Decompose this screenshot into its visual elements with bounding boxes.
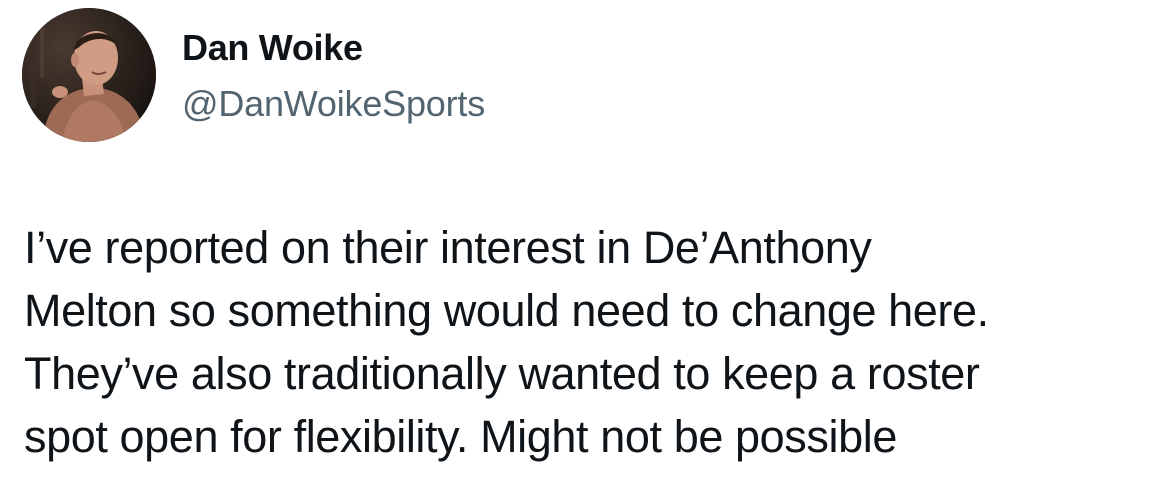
tweet-text: I’ve reported on their interest in De’An…	[24, 216, 1154, 468]
author-handle[interactable]: @DanWoikeSports	[182, 82, 485, 126]
tweet-text-line: Melton so something would need to change…	[24, 285, 989, 336]
author-display-name[interactable]: Dan Woike	[182, 26, 485, 70]
tweet-text-line: They’ve also traditionally wanted to kee…	[24, 348, 980, 399]
avatar[interactable]	[22, 8, 156, 142]
tweet-card: Dan Woike @DanWoikeSports I’ve reported …	[0, 0, 1168, 486]
avatar-photo-icon	[22, 8, 156, 142]
tweet-text-line: I’ve reported on their interest in De’An…	[24, 222, 872, 273]
tweet-text-line: spot open for flexibility. Might not be …	[24, 411, 897, 462]
tweet-header: Dan Woike @DanWoikeSports	[22, 8, 485, 142]
author-names: Dan Woike @DanWoikeSports	[182, 26, 485, 126]
